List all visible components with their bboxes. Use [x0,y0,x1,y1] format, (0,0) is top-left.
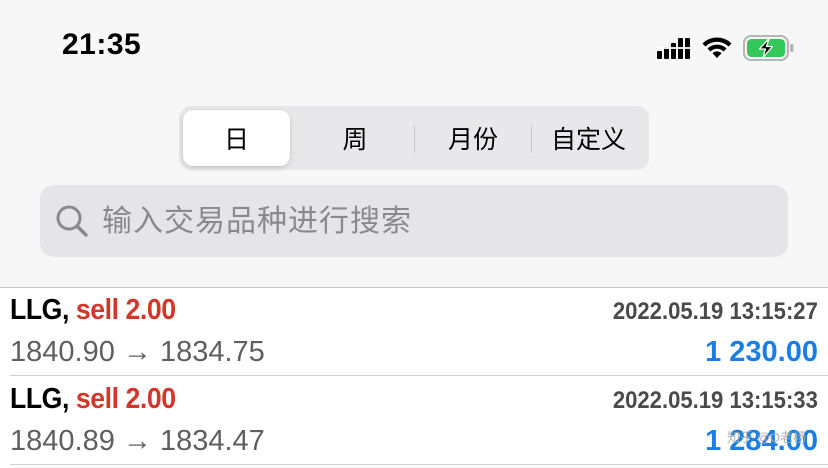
trade-separator: , [61,294,76,326]
trade-symbol: LLG [10,294,62,326]
trade-title: LLG, sell 2.00 [10,383,176,416]
trade-datetime: 2022.05.19 13:15:27 [612,298,818,325]
segment-month[interactable]: 月份 [415,110,531,166]
trade-separator: , [61,383,76,415]
battery-charging-icon [743,35,794,61]
row-divider [10,464,828,465]
segment-day[interactable]: 日 [183,110,290,166]
trade-side-volume: sell 2.00 [75,294,176,326]
search-bar[interactable] [40,185,788,257]
header-area: 21:35 日 周 月份 自定义 [0,0,828,288]
cellular-signal-icon [657,38,690,59]
trade-row[interactable]: LLG, sell 2.00 2022.05.19 13:15:27 1840.… [0,288,828,376]
search-icon [56,205,88,237]
trade-row[interactable]: LLG, sell 2.00 2022.05.19 13:15:33 1840.… [0,377,828,465]
status-time: 21:35 [62,28,142,61]
search-input[interactable] [102,185,762,257]
wifi-icon [702,37,732,58]
segment-custom[interactable]: 自定义 [532,110,645,166]
segment-week[interactable]: 周 [296,110,414,166]
status-icons [657,35,795,61]
trade-symbol: LLG [10,383,62,415]
watermark: 知乎 @Q老杨 [727,430,806,445]
trade-profit: 1 230.00 [705,336,818,368]
trade-prices: 1840.90 → 1834.75 [10,336,265,368]
row-divider [10,375,828,376]
trade-prices: 1840.89 → 1834.47 [10,425,265,457]
trade-datetime: 2022.05.19 13:15:33 [612,387,818,414]
period-segmented-control: 日 周 月份 自定义 [179,106,649,170]
trade-title: LLG, sell 2.00 [10,294,176,327]
trade-side-volume: sell 2.00 [75,383,176,415]
